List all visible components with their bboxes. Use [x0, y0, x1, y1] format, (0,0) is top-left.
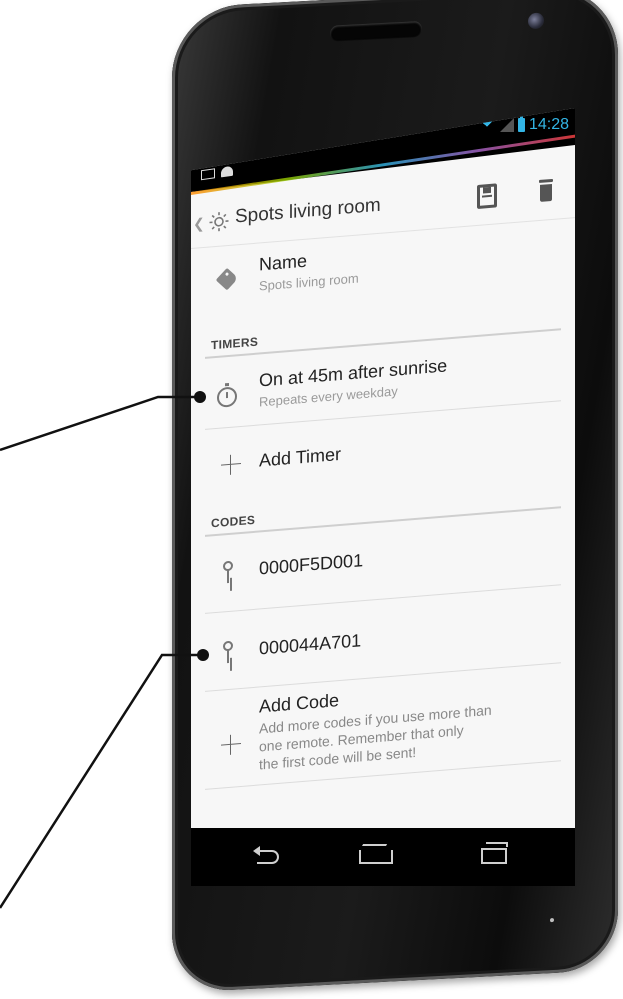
- add-timer-label: Add Timer: [259, 443, 342, 471]
- home-icon[interactable]: [359, 846, 393, 864]
- key-icon: [223, 561, 233, 584]
- name-label: Name: [259, 250, 308, 275]
- page-title: Spots living room: [235, 194, 381, 228]
- save-icon[interactable]: [477, 183, 497, 209]
- trash-can: [540, 183, 552, 202]
- timers-header: TIMERS: [211, 334, 259, 353]
- app-content: ❮ Spots living room Name Spots living ro…: [191, 108, 575, 886]
- sun-icon: [209, 212, 229, 232]
- trash-lid: [539, 178, 553, 184]
- back-chevron-icon[interactable]: ❮: [193, 215, 205, 233]
- add-code-label: Add Code: [259, 690, 340, 717]
- earpiece: [330, 20, 422, 42]
- stopwatch-icon: [217, 386, 237, 408]
- phone-screen: 14:28 ❮ Spots living room Name Spots liv…: [191, 108, 575, 886]
- key-icon: [223, 641, 233, 664]
- notification-led: [550, 917, 554, 923]
- tag-icon: [215, 267, 239, 291]
- front-camera: [528, 12, 544, 30]
- code-label: 000044A701: [259, 630, 362, 659]
- trash-icon[interactable]: [539, 178, 553, 202]
- recents-icon[interactable]: [481, 842, 508, 864]
- plus-icon: [221, 734, 241, 756]
- codes-header: CODES: [211, 512, 256, 531]
- back-icon[interactable]: [251, 846, 281, 864]
- navigation-bar: [191, 828, 575, 886]
- code-label: 0000F5D001: [259, 550, 364, 579]
- plus-icon: [221, 454, 241, 476]
